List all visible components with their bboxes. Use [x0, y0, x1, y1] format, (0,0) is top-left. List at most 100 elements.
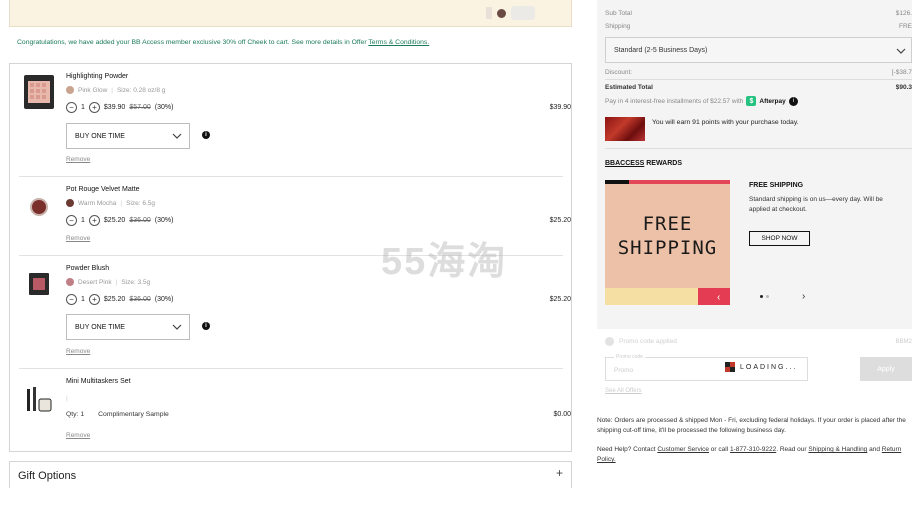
help-read: . Read our [776, 446, 809, 453]
divider [605, 148, 912, 149]
congrats-message: Congratulations, we have added your BB A… [17, 39, 429, 46]
quantity-row: − 1 + $39.90 $57.00 (30%) [66, 102, 173, 113]
chevron-right-icon[interactable]: › [802, 291, 805, 302]
offer-description: Standard shipping is on us—every day. Wi… [749, 196, 883, 213]
item-size: Size: 6.5g [126, 199, 156, 207]
promo-card-line2: SHIPPING [617, 237, 718, 259]
item-name[interactable]: Mini Multitaskers Set [66, 378, 131, 385]
chevron-down-icon [172, 324, 182, 330]
card-bottom-band [605, 288, 698, 305]
item-name[interactable]: Highlighting Powder [66, 73, 128, 80]
shade-swatch [66, 199, 74, 207]
help-and: and [867, 446, 882, 453]
afterpay-text: Pay in 4 interest-free installments of $… [605, 97, 744, 105]
remove-link[interactable]: Remove [66, 156, 90, 163]
afterpay-info-icon[interactable]: i [788, 96, 798, 106]
item-price: $25.20 [103, 217, 126, 224]
decrease-qty-button[interactable]: − [66, 215, 77, 226]
carousel-dot[interactable] [766, 295, 769, 298]
decrease-qty-button[interactable]: − [66, 294, 77, 305]
remove-link[interactable]: Remove [66, 235, 90, 242]
pot-rouge-product-image [30, 198, 48, 216]
item-size: Size: 0.28 oz/8 g [116, 86, 166, 94]
purchase-option-select[interactable]: BUY ONE TIME [66, 314, 190, 340]
attribute-divider: | [66, 395, 68, 402]
item-name[interactable]: Pot Rouge Velvet Matte [66, 186, 140, 193]
offer-title: FREE SHIPPING [749, 182, 804, 189]
chevron-left-icon[interactable]: ‹ [717, 292, 720, 303]
rewards-title: BBACCESS REWARDS [605, 160, 682, 167]
divider [605, 79, 912, 80]
cart-item: Highlighting Powder Pink Glow | Size: 0.… [19, 64, 571, 177]
promo-thumbnails [486, 6, 535, 20]
promo-card-line1: FREE [642, 213, 693, 235]
item-total: $25.20 [549, 296, 571, 303]
see-all-offers-link[interactable]: See All Offers [605, 388, 642, 394]
powder-blush-product-image [29, 273, 49, 295]
shipping-method-value: Standard (2-5 Business Days) [614, 46, 708, 54]
increase-qty-button[interactable]: + [88, 294, 100, 305]
item-attributes: Desert Pink | Size: 3.5g [66, 278, 150, 286]
item-discount: (30%) [154, 104, 174, 111]
info-icon[interactable]: i [202, 322, 210, 330]
product-thumbnail [486, 7, 492, 19]
subtotal-label: Sub Total [605, 10, 632, 17]
help-middle: or call [709, 446, 730, 453]
purchase-option-value: BUY ONE TIME [75, 132, 125, 140]
item-shade: Desert Pink [78, 278, 112, 286]
decrease-qty-button[interactable]: − [66, 102, 77, 113]
attribute-divider: | [115, 278, 118, 286]
shipping-value: FRE [899, 23, 912, 30]
phone-link[interactable]: 1-877-310-9222 [730, 446, 776, 453]
congrats-text: Congratulations, we have added your BB A… [17, 39, 369, 46]
customer-service-link[interactable]: Customer Service [657, 446, 709, 453]
discount-value: [-$38.7 [891, 69, 912, 76]
item-price: $39.90 [103, 104, 126, 111]
item-total: $0.00 [553, 411, 571, 418]
remove-link[interactable]: Remove [66, 432, 90, 439]
estimated-total-value: $90.3 [895, 84, 912, 91]
free-shipping-promo-card[interactable]: FREE SHIPPING ‹ [605, 180, 730, 305]
gift-options-toggle[interactable]: Gift Options + [9, 461, 572, 488]
carousel-dot[interactable] [760, 295, 763, 298]
remove-link[interactable]: Remove [66, 348, 90, 355]
plus-icon: + [555, 466, 563, 480]
shipping-label: Shipping [605, 23, 631, 30]
increase-qty-button[interactable]: + [88, 102, 100, 113]
item-qty: 1 [81, 104, 85, 111]
shipping-handling-link[interactable]: Shipping & Handling [808, 446, 867, 453]
item-discount: (30%) [154, 296, 174, 303]
multitaskers-set-image [27, 387, 52, 412]
item-attributes: Pink Glow | Size: 0.28 oz/8 g [66, 86, 165, 94]
promo-code-section: Promo code applied BBM2 Promo code Promo… [597, 329, 912, 401]
info-icon[interactable]: i [202, 131, 210, 139]
promo-applied-row: Promo code applied [605, 337, 677, 346]
watermark: 55海淘 [381, 241, 508, 283]
shipping-method-select[interactable]: Standard (2-5 Business Days) [605, 37, 912, 63]
highlighter-product-image [24, 75, 54, 109]
help-text: Need Help? Contact Customer Service or c… [597, 445, 912, 465]
order-summary-column: Sub Total $126. Shipping FRE Standard (2… [597, 0, 912, 512]
points-message: You will earn 91 points with your purcha… [652, 119, 799, 126]
product-thumbnail [511, 6, 535, 20]
promo-input-label: Promo code [614, 354, 645, 360]
attribute-divider: | [120, 199, 123, 207]
shop-now-button[interactable]: SHOP NOW [749, 231, 810, 246]
sample-qty: Qty: 1 [66, 411, 85, 418]
shipping-note: Note: Orders are processed & shipped Mon… [597, 417, 906, 434]
order-summary-panel: Sub Total $126. Shipping FRE Standard (2… [597, 0, 912, 329]
terms-link[interactable]: Terms & Conditions. [368, 39, 429, 46]
quantity-row: − 1 + $25.20 $36.00 (30%) [66, 215, 173, 226]
sample-row: Qty: 1 Complimentary Sample [66, 411, 169, 418]
estimated-total-label: Estimated Total [605, 84, 653, 91]
increase-qty-button[interactable]: + [88, 215, 100, 226]
item-original-price: $36.00 [129, 296, 151, 303]
loading-indicator: LOADING... [725, 362, 797, 372]
item-name[interactable]: Powder Blush [66, 265, 109, 272]
rewards-title-rest: REWARDS [644, 160, 683, 167]
purchase-option-select[interactable]: BUY ONE TIME [66, 123, 190, 149]
apply-button[interactable]: Apply [860, 357, 912, 381]
item-total: $25.20 [549, 217, 571, 224]
help-prefix: Need Help? Contact [597, 446, 658, 453]
item-shade: Warm Mocha [78, 199, 117, 207]
